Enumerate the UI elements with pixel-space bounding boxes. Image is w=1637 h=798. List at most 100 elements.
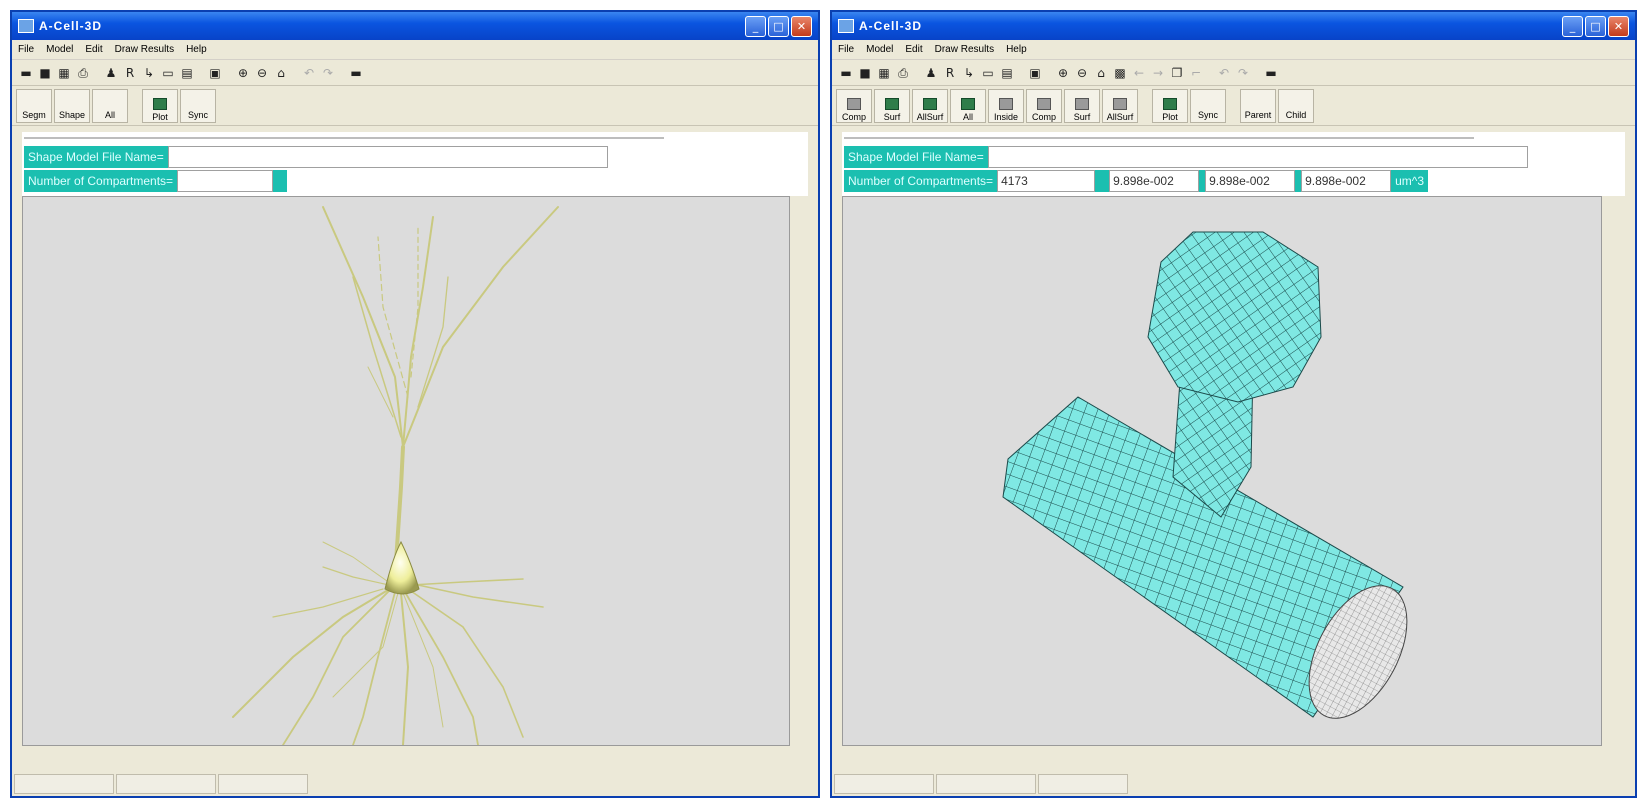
inside-button[interactable]: Inside: [988, 89, 1024, 123]
redo-icon[interactable]: ↷: [320, 65, 336, 81]
segm-button[interactable]: Segm: [16, 89, 52, 123]
move-icon[interactable]: ▩: [1112, 65, 1128, 81]
grid-icon[interactable]: ▤: [999, 65, 1015, 81]
num-compartments-field[interactable]: [177, 170, 274, 192]
info-panel: Shape Model File Name= Number of Compart…: [842, 132, 1625, 196]
3d-viewport[interactable]: [22, 196, 790, 746]
zoom-out-icon[interactable]: ⊖: [1074, 65, 1090, 81]
sync-button[interactable]: Sync: [1190, 89, 1226, 123]
save-icon[interactable]: ■: [857, 65, 873, 81]
person-icon[interactable]: ♟: [923, 65, 939, 81]
all-button[interactable]: All: [950, 89, 986, 123]
dim2-field[interactable]: 9.898e-002: [1205, 170, 1296, 192]
undo-icon[interactable]: ↶: [1216, 65, 1232, 81]
select-icon[interactable]: ⌂: [1093, 65, 1109, 81]
toolbar: ▬ ■ ▦ ⎙ ♟ R ↳ ▭ ▤ ▣ ⊕ ⊖ ⌂ ▩ ← → ❐ ⌐ ↶ ↷ …: [832, 60, 1635, 86]
plot-button[interactable]: Plot: [1152, 89, 1188, 123]
status-pane-2: [936, 774, 1036, 794]
maximize-button[interactable]: □: [768, 15, 789, 37]
title-bar[interactable]: A-Cell-3D _ □ ✕: [832, 12, 1635, 40]
open-folder-icon[interactable]: ▬: [838, 65, 854, 81]
more-icon[interactable]: ▬: [348, 65, 364, 81]
close-button[interactable]: ✕: [791, 15, 812, 37]
status-pane-3: [1038, 774, 1128, 794]
print-icon[interactable]: ⎙: [75, 65, 91, 81]
sync-button[interactable]: Sync: [180, 89, 216, 123]
all-button[interactable]: All: [92, 89, 128, 123]
home-icon[interactable]: ⌂: [273, 65, 289, 81]
comp2-button[interactable]: Comp: [1026, 89, 1062, 123]
status-bar: [832, 772, 1635, 796]
cube-icon[interactable]: ▣: [1027, 65, 1043, 81]
num-compartments-field[interactable]: 4173: [997, 170, 1096, 192]
parent-button[interactable]: Parent: [1240, 89, 1276, 123]
menu-model[interactable]: Model: [866, 44, 893, 55]
arrow-icon[interactable]: ↳: [141, 65, 157, 81]
menu-draw-results[interactable]: Draw Results: [935, 44, 994, 55]
shape-model-file-field[interactable]: [167, 146, 608, 168]
undo-icon[interactable]: ↶: [301, 65, 317, 81]
3d-viewport[interactable]: [842, 196, 1602, 746]
child-button[interactable]: Child: [1278, 89, 1314, 123]
dimension-marker: [1095, 170, 1110, 192]
save-icon[interactable]: ■: [37, 65, 53, 81]
person-icon[interactable]: ♟: [103, 65, 119, 81]
zoom-out-icon[interactable]: ⊖: [254, 65, 270, 81]
info-panel: Shape Model File Name= Number of Compart…: [22, 132, 808, 196]
right-arrow-icon[interactable]: →: [1150, 65, 1166, 81]
arrow-icon[interactable]: ↳: [961, 65, 977, 81]
app-icon: [838, 19, 854, 33]
menu-help[interactable]: Help: [186, 44, 207, 55]
unit-label: um^3: [1391, 170, 1429, 192]
grid-icon[interactable]: ▤: [179, 65, 195, 81]
print-icon[interactable]: ⎙: [895, 65, 911, 81]
comp-button[interactable]: Comp: [836, 89, 872, 123]
maximize-button[interactable]: □: [1585, 15, 1606, 37]
comp2-icon: [1037, 98, 1051, 110]
menu-draw-results[interactable]: Draw Results: [115, 44, 174, 55]
r-icon[interactable]: R: [122, 65, 138, 81]
menu-bar: File Model Edit Draw Results Help: [832, 40, 1635, 60]
neuron-render: [232, 206, 559, 746]
menu-model[interactable]: Model: [46, 44, 73, 55]
inside-icon: [999, 98, 1013, 110]
redo-icon[interactable]: ↷: [1235, 65, 1251, 81]
allsurf2-icon: [1113, 98, 1127, 110]
left-arrow-icon[interactable]: ←: [1131, 65, 1147, 81]
paste-icon[interactable]: ⌐: [1188, 65, 1204, 81]
shape-model-file-field[interactable]: [987, 146, 1528, 168]
model-icon[interactable]: ▦: [56, 65, 72, 81]
surf-button[interactable]: Surf: [874, 89, 910, 123]
status-bar: [12, 772, 818, 796]
menu-file[interactable]: File: [838, 44, 854, 55]
shape-button[interactable]: Shape: [54, 89, 90, 123]
open-folder-icon[interactable]: ▬: [18, 65, 34, 81]
zoom-in-icon[interactable]: ⊕: [235, 65, 251, 81]
menu-file[interactable]: File: [18, 44, 34, 55]
model-icon[interactable]: ▦: [876, 65, 892, 81]
button-bar: Segm Shape All Plot Sync: [12, 86, 818, 126]
menu-help[interactable]: Help: [1006, 44, 1027, 55]
menu-edit[interactable]: Edit: [85, 44, 102, 55]
allsurf-button[interactable]: AllSurf: [912, 89, 948, 123]
r-icon[interactable]: R: [942, 65, 958, 81]
cube-icon[interactable]: ▣: [207, 65, 223, 81]
zoom-in-icon[interactable]: ⊕: [1055, 65, 1071, 81]
minimize-button[interactable]: _: [745, 15, 766, 37]
close-button[interactable]: ✕: [1608, 15, 1629, 37]
window-title: A-Cell-3D: [39, 19, 103, 33]
plot-button[interactable]: Plot: [142, 89, 178, 123]
more-icon[interactable]: ▬: [1263, 65, 1279, 81]
minimize-button[interactable]: _: [1562, 15, 1583, 37]
copy-icon[interactable]: ❐: [1169, 65, 1185, 81]
rect-icon[interactable]: ▭: [980, 65, 996, 81]
dim3-field[interactable]: 9.898e-002: [1301, 170, 1392, 192]
soma: [384, 540, 420, 595]
menu-edit[interactable]: Edit: [905, 44, 922, 55]
surf2-button[interactable]: Surf: [1064, 89, 1100, 123]
allsurf2-button[interactable]: AllSurf: [1102, 89, 1138, 123]
shape-model-file-label: Shape Model File Name=: [24, 146, 168, 168]
dim1-field[interactable]: 9.898e-002: [1109, 170, 1200, 192]
rect-icon[interactable]: ▭: [160, 65, 176, 81]
title-bar[interactable]: A-Cell-3D _ □ ✕: [12, 12, 818, 40]
